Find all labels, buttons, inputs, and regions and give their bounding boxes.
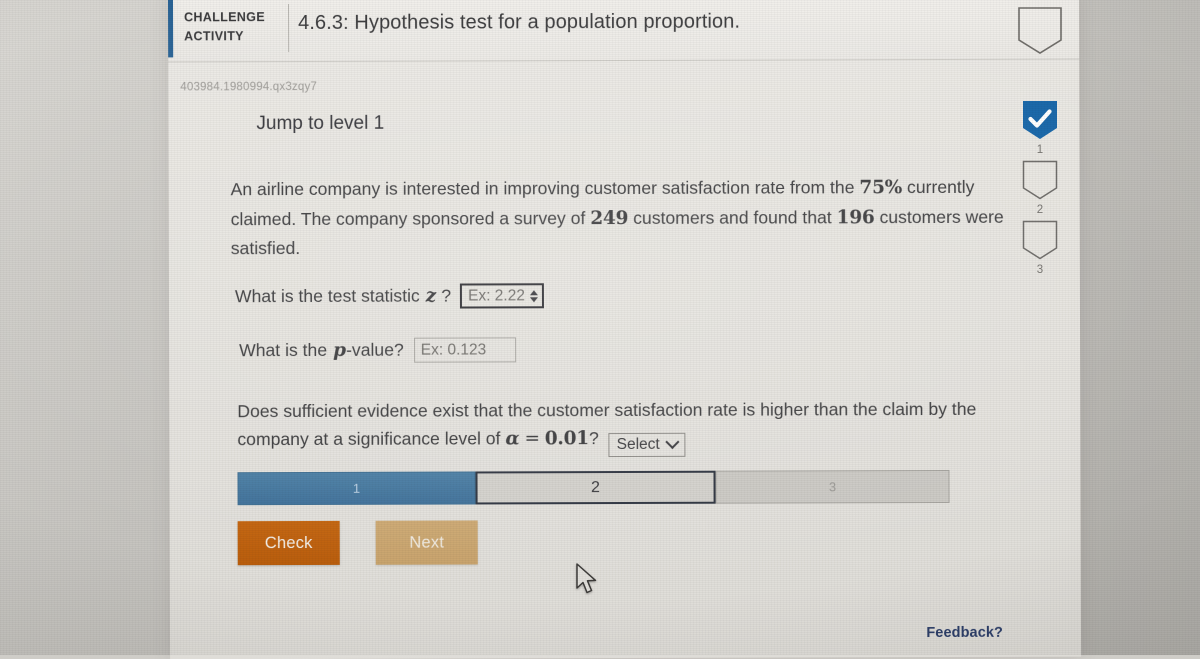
photo-backdrop: CHALLENGE ACTIVITY 4.6.3: Hypothesis tes… <box>0 0 1200 659</box>
action-buttons: Check Next <box>237 520 478 566</box>
spinner-arrows-icon[interactable] <box>530 289 539 302</box>
sample-size-value: 249 <box>590 207 629 229</box>
shield-empty-svg <box>1022 160 1058 200</box>
next-button[interactable]: Next <box>375 520 478 565</box>
shield-empty-icon <box>1021 220 1059 262</box>
shield-completed-icon <box>1021 100 1059 142</box>
p-value-input-placeholder: Ex: 0.123 <box>420 340 487 359</box>
satisfied-count-value: 196 <box>836 206 875 228</box>
mouse-cursor-icon <box>575 563 601 602</box>
progress-segment-1[interactable]: 1 <box>237 471 476 506</box>
shield-outline-svg <box>1018 7 1062 54</box>
claim-percent-value: 75% <box>859 177 903 199</box>
rail-shield-2[interactable]: 2 <box>1012 160 1068 216</box>
test-statistic-label: What is the test statistic <box>234 285 420 307</box>
test-statistic-question-mark: ? <box>441 285 452 306</box>
conclusion-line-1: Does sufficient evidence exist that the … <box>237 399 878 422</box>
rail-shield-2-label: 2 <box>1036 204 1044 216</box>
feedback-link[interactable]: Feedback? <box>926 625 1003 641</box>
shield-check-svg <box>1023 101 1057 139</box>
shield-empty-svg <box>1022 220 1058 260</box>
activity-id: 403984.1980994.qx3zqy7 <box>180 80 318 94</box>
conclusion-select[interactable]: Select <box>608 432 686 458</box>
rail-shield-3-label: 3 <box>1036 264 1044 276</box>
challenge-activity-label: CHALLENGE ACTIVITY <box>184 8 276 46</box>
activity-card: CHALLENGE ACTIVITY 4.6.3: Hypothesis tes… <box>168 0 1082 659</box>
page-title: Jump to level 1 <box>256 112 385 135</box>
activity-title: 4.6.3: Hypothesis test for a population … <box>298 10 741 35</box>
challenge-label-line1: CHALLENGE <box>184 10 266 25</box>
test-statistic-row: What is the test statistic z ? Ex: 2.22 <box>234 283 545 309</box>
check-button[interactable]: Check <box>237 520 340 566</box>
question-text: An airline company is interested in impr… <box>231 173 1021 263</box>
conclusion-block: Does sufficient evidence exist that the … <box>237 395 1027 458</box>
header-accent-bar <box>168 0 174 58</box>
test-statistic-input[interactable]: Ex: 2.22 <box>460 283 545 309</box>
z-symbol: z <box>425 285 437 307</box>
p-value-label-suffix: -value? <box>346 339 404 360</box>
alpha-symbol: α <box>505 428 520 450</box>
p-value-label: What is the <box>239 339 328 361</box>
rail-shield-1[interactable]: 1 <box>1012 100 1068 156</box>
rail-shield-top[interactable] <box>1012 6 1068 56</box>
question-part-1: An airline company is interested in impr… <box>230 177 855 200</box>
progress-segment-3[interactable]: 3 <box>715 469 950 504</box>
alpha-value: 0.01 <box>544 428 589 450</box>
p-value-row: What is the p -value? Ex: 0.123 <box>239 337 516 363</box>
challenge-label-line2: ACTIVITY <box>184 29 244 44</box>
shield-outline-icon <box>1016 6 1064 56</box>
conclusion-select-value: Select <box>616 435 660 454</box>
header-divider <box>288 4 290 53</box>
card-header: CHALLENGE ACTIVITY 4.6.3: Hypothesis tes… <box>168 0 1080 63</box>
progress-segment-3-label: 3 <box>828 479 837 495</box>
spinner-down-icon[interactable] <box>530 296 539 302</box>
progress-segment-2-label: 2 <box>591 478 601 496</box>
chevron-down-icon <box>665 434 680 450</box>
shield-empty-icon <box>1021 160 1059 202</box>
conclusion-question-mark: ? <box>588 428 599 449</box>
spinner-up-icon[interactable] <box>530 289 539 295</box>
cursor-arrow-svg <box>576 563 597 594</box>
p-value-input[interactable]: Ex: 0.123 <box>413 337 516 363</box>
p-symbol: p <box>333 339 347 361</box>
question-part-3: customers and found that <box>633 206 832 228</box>
progress-segment-2[interactable]: 2 <box>475 470 716 505</box>
rail-shield-3[interactable]: 3 <box>1012 220 1068 276</box>
progress-segment-1-label: 1 <box>352 480 361 496</box>
test-statistic-input-placeholder: Ex: 2.22 <box>468 286 525 304</box>
equals-symbol: = <box>524 428 540 450</box>
rail-shield-1-label: 1 <box>1036 144 1044 156</box>
progress-bar: 1 2 3 <box>237 469 950 506</box>
level-rail: 1 2 3 <box>1012 0 1072 300</box>
